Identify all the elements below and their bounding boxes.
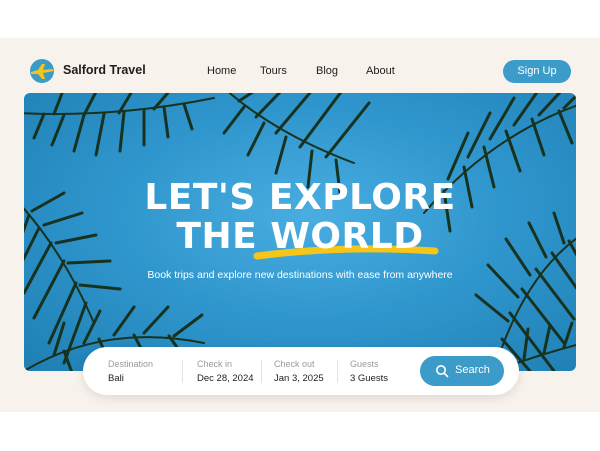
hero-headline-line2: THE WORLD [176,216,424,257]
destination-field[interactable]: Destination Bali [108,359,153,384]
trip-search-bar: Destination Bali Check in Dec 28, 2024 C… [83,347,519,395]
nav-about[interactable]: About [366,65,395,77]
brand-name[interactable]: Salford Travel [63,63,146,77]
guests-label: Guests [350,359,379,369]
nav-blog[interactable]: Blog [316,65,338,77]
nav-home[interactable]: Home [207,65,236,77]
search-icon [436,365,449,378]
sign-up-button[interactable]: Sign Up [503,60,571,83]
check-in-field[interactable]: Check in Dec 28, 2024 [197,359,254,384]
nav-tours[interactable]: Tours [260,65,287,77]
search-button-label: Search [455,364,490,376]
search-button[interactable]: Search [420,356,504,386]
airplane-logo-icon [30,59,54,83]
check-in-label: Check in [197,359,233,369]
check-out-value[interactable]: Jan 3, 2025 [274,373,324,384]
guests-field[interactable]: Guests 3 Guests [350,359,388,384]
field-divider [182,360,183,383]
check-out-field[interactable]: Check out Jan 3, 2025 [274,359,324,384]
hero-headline-line1: LET'S EXPLORE [144,177,456,218]
field-divider [337,360,338,383]
hero-subtitle: Book trips and explore new destinations … [147,269,453,281]
destination-label: Destination [108,359,154,369]
destination-value[interactable]: Bali [108,373,153,384]
check-out-label: Check out [274,359,315,369]
check-in-value[interactable]: Dec 28, 2024 [197,373,254,384]
guests-value[interactable]: 3 Guests [350,373,388,384]
field-divider [261,360,262,383]
